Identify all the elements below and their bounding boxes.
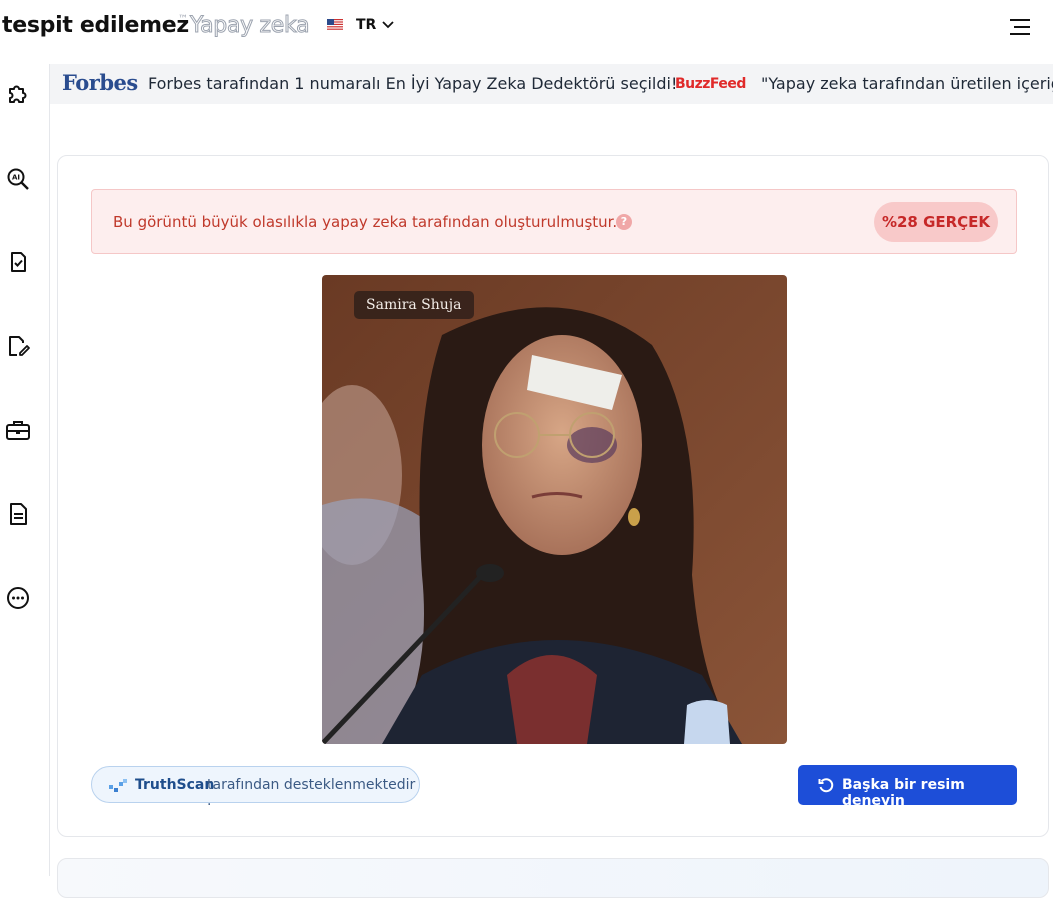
- powered-by-badge[interactable]: TruthScan tarafından desteklenmektedir .: [91, 766, 420, 809]
- sidebar: AI: [0, 64, 50, 876]
- buzzfeed-logo: BuzzFeed: [675, 76, 746, 92]
- us-flag-icon[interactable]: [327, 19, 343, 30]
- try-another-label: Başka bir resim deneyin: [842, 777, 965, 809]
- top-bar: tespit edilemez ™ Yapay zeka TR: [0, 0, 1053, 64]
- more-icon[interactable]: [4, 584, 32, 612]
- result-alert: Bu görüntü büyük olasılıkla yapay zeka t…: [91, 189, 1017, 254]
- hamburger-menu-icon[interactable]: [1006, 15, 1034, 39]
- result-message: Bu görüntü büyük olasılıkla yapay zeka t…: [113, 213, 618, 231]
- refresh-icon: [818, 778, 834, 793]
- image-caption: Samira Shuja: [354, 291, 474, 319]
- truthscan-logo-icon: [109, 779, 127, 792]
- svg-text:AI: AI: [12, 174, 20, 182]
- result-card: Bu görüntü büyük olasılıkla yapay zeka t…: [57, 155, 1049, 837]
- analyzed-image: Samira Shuja: [322, 275, 787, 744]
- help-icon[interactable]: ?: [616, 214, 632, 230]
- truthscan-label: TruthScan: [135, 777, 215, 793]
- try-another-image-button[interactable]: Başka bir resim deneyin: [798, 765, 1017, 809]
- buzzfeed-quote: "Yapay zeka tarafından üretilen içeriği …: [761, 74, 1053, 93]
- next-section-card: [57, 858, 1049, 898]
- document-text-icon[interactable]: [4, 500, 32, 528]
- document-check-icon[interactable]: [4, 248, 32, 276]
- chevron-down-icon[interactable]: [381, 19, 395, 31]
- briefcase-icon[interactable]: [4, 416, 32, 444]
- forbes-logo: Forbes: [62, 70, 138, 95]
- press-ticker: Forbes Forbes tarafından 1 numaralı En İ…: [50, 64, 1053, 104]
- ai-search-icon[interactable]: AI: [4, 164, 32, 192]
- trademark: ™: [178, 14, 188, 25]
- puzzle-icon[interactable]: [4, 80, 32, 108]
- powered-by-text: tarafından desteklenmektedir .: [207, 777, 416, 809]
- document-edit-icon[interactable]: [4, 332, 32, 360]
- brand-name[interactable]: tespit edilemez: [2, 13, 189, 38]
- score-badge: %28 GERÇEK: [874, 202, 998, 242]
- forbes-quote: Forbes tarafından 1 numaralı En İyi Yapa…: [148, 74, 678, 93]
- brand-subtitle: Yapay zeka: [189, 13, 310, 39]
- language-selector[interactable]: TR: [356, 17, 376, 33]
